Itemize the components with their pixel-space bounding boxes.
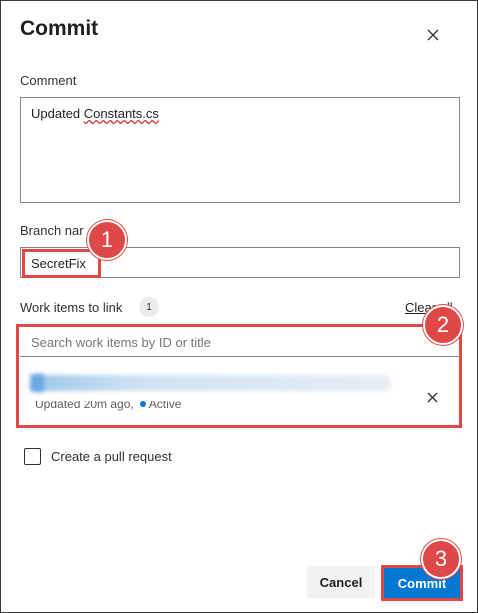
commit-dialog: Commit Comment Updated Constants.cs Bran… [0,0,478,613]
pull-request-checkbox[interactable] [24,448,41,465]
dialog-title: Commit [20,17,99,40]
state-dot-icon [139,401,146,407]
comment-label: Comment [20,73,77,88]
cancel-button[interactable]: Cancel [307,566,375,598]
work-items-count-badge: 1 [139,297,159,317]
work-item-updated: Updated 20m ago, [35,401,134,411]
work-item-meta: Updated 20m ago, Active [35,401,181,413]
linked-work-item[interactable]: Updated 20m ago, Active [20,361,460,421]
search-placeholder: Search work items by ID or title [31,335,211,350]
comment-textarea[interactable]: Updated Constants.cs [20,97,460,203]
close-button[interactable] [421,23,445,47]
work-item-type-icon [30,374,44,392]
callout-2: 2 [423,305,463,345]
close-icon [427,29,439,41]
comment-text: Updated [31,106,84,121]
branch-name-value[interactable]: SecretFix [22,249,101,278]
remove-work-item-button[interactable] [422,387,442,407]
work-item-state: Active [148,401,182,411]
close-icon [427,392,437,402]
work-item-search[interactable]: Search work items by ID or title [20,328,460,357]
pull-request-label[interactable]: Create a pull request [51,449,172,464]
work-items-label: Work items to link [20,300,123,315]
work-item-title-blurred [33,375,391,391]
comment-spellcheck-word: Constants.cs [83,106,159,121]
branch-label: Branch nar [20,223,84,238]
callout-1: 1 [87,220,127,260]
callout-3: 3 [421,539,461,579]
